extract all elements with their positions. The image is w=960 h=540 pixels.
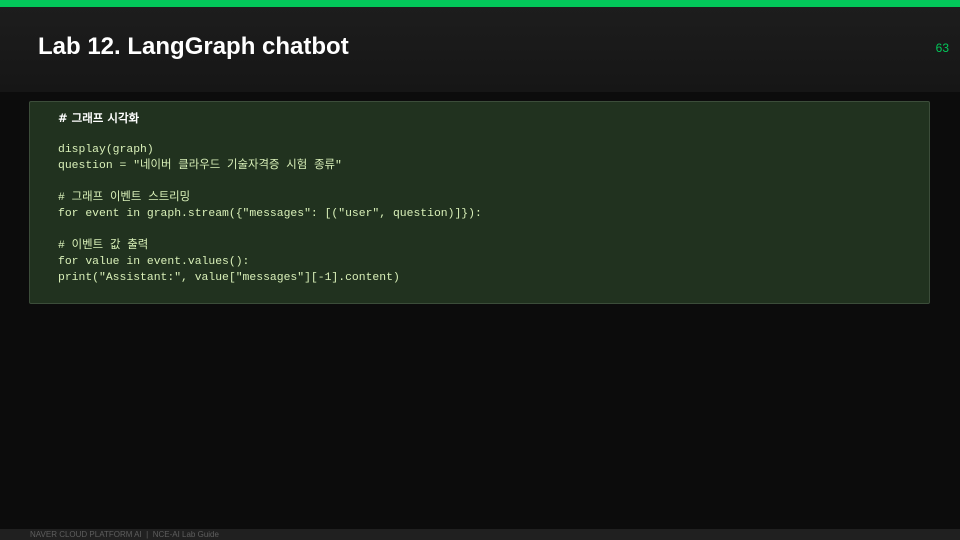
- code-line: question = "네이버 클라우드 기술자격증 시험 종류": [58, 160, 342, 172]
- code-line: display(graph): [58, 144, 154, 156]
- code-panel: # 그래프 시각화 display(graph) question = "네이버…: [29, 101, 930, 304]
- code-line: for event in graph.stream({"messages": […: [58, 208, 482, 220]
- code-heading: # 그래프 시각화: [58, 111, 140, 125]
- footer-text: NAVER CLOUD PLATFORM AI | NCE-AI Lab Gui…: [30, 530, 219, 539]
- code-comment-line: # 이벤트 값 출력: [58, 240, 149, 252]
- accent-top-bar: [0, 0, 960, 7]
- slide-header: Lab 12. LangGraph chatbot 63: [0, 7, 960, 92]
- slide: Lab 12. LangGraph chatbot 63 # 그래프 시각화 d…: [0, 0, 960, 540]
- code-line: print("Assistant:", value["messages"][-1…: [58, 272, 400, 284]
- slide-title: Lab 12. LangGraph chatbot: [38, 33, 349, 60]
- code-line: for value in event.values():: [58, 256, 250, 268]
- code-lines: # 그래프 시각화 display(graph) question = "네이버…: [58, 110, 482, 286]
- page-number: 63: [935, 41, 949, 55]
- code-comment-line: # 그래프 이벤트 스트리밍: [58, 192, 191, 204]
